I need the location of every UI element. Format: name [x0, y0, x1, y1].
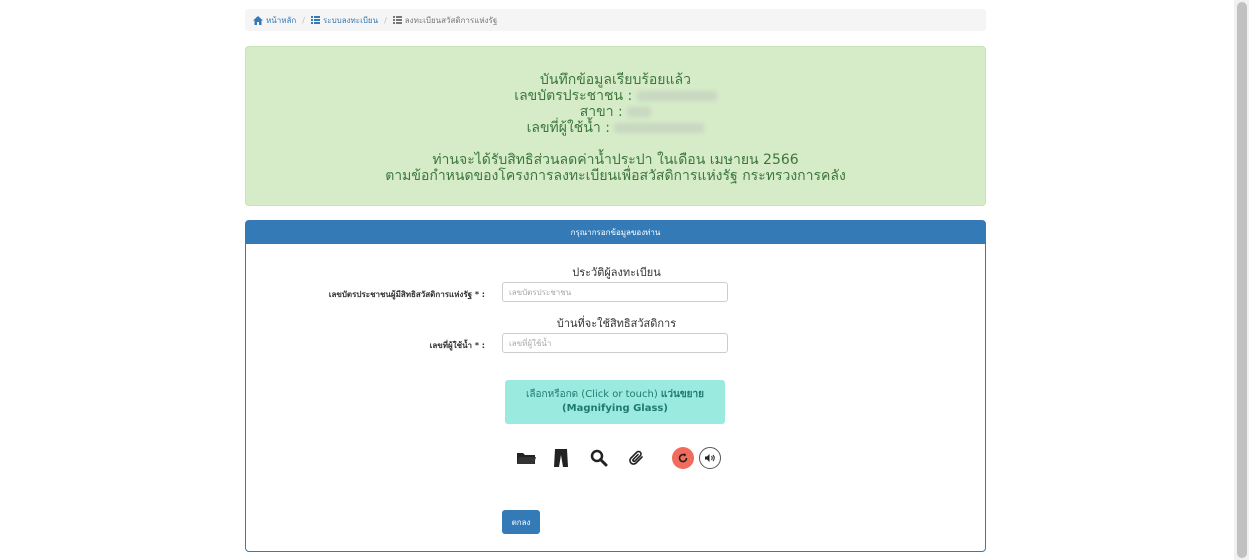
breadcrumb-current: ลงทะเบียนสวัสดิการแห่งรัฐ: [392, 14, 498, 27]
redacted-id-value: [636, 91, 717, 101]
redacted-branch-value: [627, 107, 652, 117]
list-icon: [392, 16, 402, 24]
folder-icon[interactable]: [514, 446, 538, 470]
magnify-hint-line2: (Magnifying Glass): [562, 403, 668, 414]
id-field-label: เลขบัตรประชาชนผู้มีสิทธิสวัสดิการแห่งรัฐ…: [328, 290, 485, 299]
magnifying-glass-hint[interactable]: เลือกหรือกด (Click or touch) แว่นขยาย (M…: [505, 380, 725, 424]
magnify-hint-prefix: เลือกหรือกด (Click or touch): [526, 389, 658, 400]
alert-discount-text: ท่านจะได้รับสิทธิส่วนลดค่าน้ำประปา ในเดื…: [432, 152, 799, 168]
breadcrumb-registration-label[interactable]: ระบบลงทะเบียน: [323, 14, 378, 27]
magnify-hint-line1: เลือกหรือกด (Click or touch) แว่นขยาย: [526, 388, 704, 402]
ok-button[interactable]: ตกลง: [502, 510, 540, 534]
alert-branch-label: สาขา :: [579, 104, 623, 120]
alert-branch-line: สาขา :: [246, 104, 985, 120]
citizen-id-input[interactable]: [502, 282, 728, 302]
scrollbar-thumb[interactable]: [1237, 2, 1247, 558]
breadcrumb-registration[interactable]: ระบบลงทะเบียน: [310, 14, 378, 27]
alert-id-label: เลขบัตรประชาชน :: [514, 88, 633, 104]
page-scrollbar[interactable]: [1234, 0, 1249, 560]
alert-terms-text: ตามข้อกำหนดของโครงการลงทะเบียนเพื่อสวัสด…: [385, 168, 846, 184]
breadcrumb: หน้าหลัก / ระบบลงทะเบียน / ลงทะเบียนสวัส…: [245, 9, 986, 31]
success-alert: บันทึกข้อมูลเรียบร้อยแล้ว เลขบัตรประชาชน…: [245, 46, 986, 206]
audio-icon[interactable]: [699, 447, 721, 469]
list-icon: [310, 16, 320, 24]
magnifier-icon[interactable]: [587, 446, 611, 470]
redacted-user-no-value: [614, 123, 705, 133]
paperclip-icon[interactable]: [625, 446, 649, 470]
form-panel: กรุณากรอกข้อมูลของท่าน ประวัติผู้ลงทะเบี…: [245, 220, 986, 552]
water-user-no-input[interactable]: [502, 333, 728, 353]
panel-heading: กรุณากรอกข้อมูลของท่าน: [246, 221, 985, 244]
user-no-field-label: เลขที่ผู้ใช้น้ำ * :: [429, 341, 485, 350]
alert-id-line: เลขบัตรประชาชน :: [246, 88, 985, 104]
breadcrumb-home-label[interactable]: หน้าหลัก: [266, 14, 296, 27]
pants-icon[interactable]: [549, 446, 573, 470]
refresh-icon[interactable]: [672, 447, 694, 469]
breadcrumb-home[interactable]: หน้าหลัก: [253, 14, 296, 27]
alert-user-no-line: เลขที่ผู้ใช้น้ำ :: [246, 120, 985, 136]
alert-user-no-label: เลขที่ผู้ใช้น้ำ :: [526, 120, 610, 136]
alert-saved-text: บันทึกข้อมูลเรียบร้อยแล้ว: [540, 72, 691, 88]
section-house-title: บ้านที่จะใช้สิทธิสวัสดิการ: [556, 317, 677, 330]
captcha-toolbar: [246, 446, 987, 474]
home-icon: [253, 15, 263, 25]
breadcrumb-separator: /: [302, 15, 305, 25]
breadcrumb-current-label: ลงทะเบียนสวัสดิการแห่งรัฐ: [404, 15, 498, 25]
section-registrant-title: ประวัติผู้ลงทะเบียน: [572, 266, 661, 279]
breadcrumb-separator: /: [384, 15, 387, 25]
magnify-hint-bold: แว่นขยาย: [660, 389, 704, 400]
